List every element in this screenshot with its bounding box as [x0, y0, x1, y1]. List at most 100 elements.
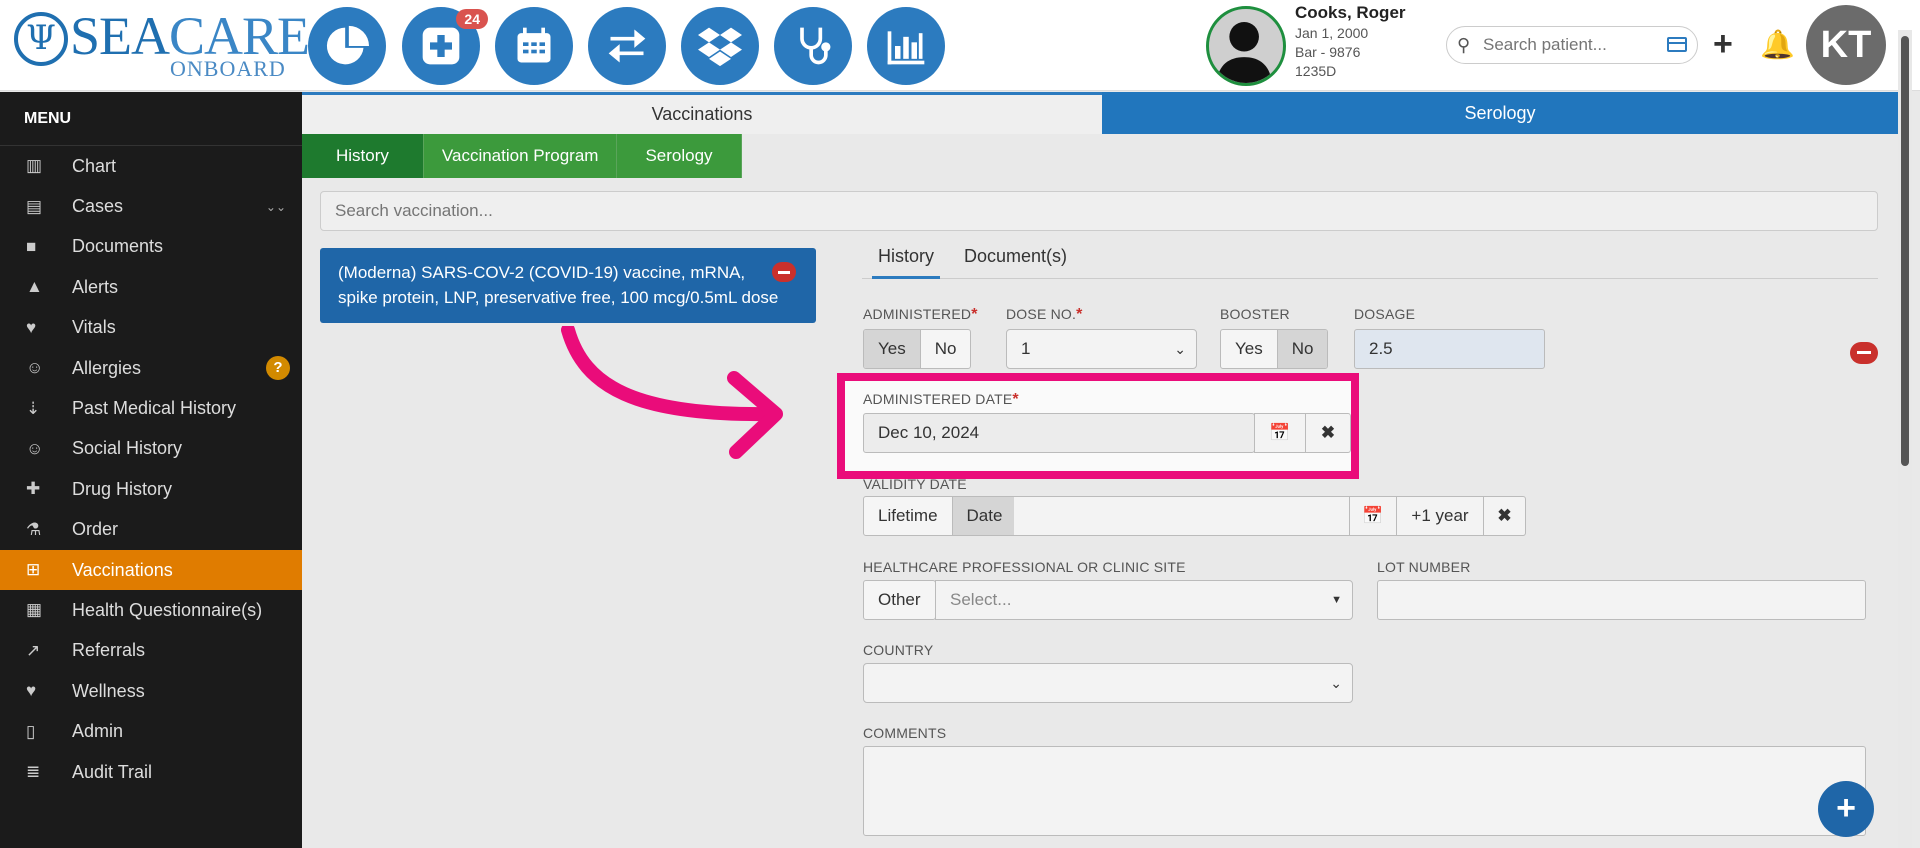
sidebar-item-label: Wellness: [72, 680, 145, 701]
nav-stethoscope-button[interactable]: [774, 7, 852, 85]
detail-tab-history[interactable]: History: [872, 241, 941, 279]
hcp-select[interactable]: Select... ▼: [935, 580, 1353, 620]
clear-date-icon[interactable]: ✖: [1305, 413, 1351, 453]
sidebar-item-wellness[interactable]: ♥ Wellness: [0, 671, 302, 711]
sidebar-item-label: Drug History: [72, 478, 173, 499]
sidebar-item-order[interactable]: ⚗ Order: [0, 510, 302, 550]
dosage-input[interactable]: 2.5: [1354, 329, 1545, 369]
sidebar-item-vaccinations[interactable]: ⊞ Vaccinations: [0, 549, 302, 591]
administered-toggle: Yes No: [863, 329, 972, 369]
hcp-other-button[interactable]: Other: [864, 581, 935, 619]
administered-no-button[interactable]: No: [921, 330, 971, 368]
sidebar-item-audit-trail[interactable]: ≣ Audit Trail: [0, 752, 302, 792]
folder-icon: ■: [26, 236, 37, 256]
detail-tabs: History Document(s): [862, 241, 1878, 279]
patient-search[interactable]: ⚲: [1446, 26, 1698, 64]
sidebar-item-label: Alerts: [72, 276, 119, 297]
sidebar-item-allergies[interactable]: ☺ Allergies?: [0, 348, 302, 388]
clear-validity-icon[interactable]: ✖: [1483, 496, 1526, 536]
booster-toggle: Yes No: [1220, 329, 1329, 369]
stethoscope-icon: [800, 27, 831, 65]
logo-subtext: ONBOARD: [170, 56, 286, 81]
comments-label: COMMENTS: [863, 725, 947, 741]
vaccine-name: (Moderna) SARS-COV-2 (COVID-19) vaccine,…: [338, 263, 779, 307]
validity-calendar-icon[interactable]: 📅: [1349, 496, 1397, 536]
smiley-icon: ☺: [26, 438, 44, 458]
help-badge[interactable]: ?: [266, 356, 290, 381]
sidebar-item-alerts[interactable]: ▲ Alerts: [0, 267, 302, 307]
sidebar-item-documents[interactable]: ■ Documents: [0, 227, 302, 267]
nav-calendar-button[interactable]: [495, 7, 573, 85]
main-content: Vaccinations Serology History Vaccinatio…: [302, 92, 1898, 848]
subtab-serology[interactable]: Serology: [617, 134, 742, 178]
nav-medical-button[interactable]: 24: [402, 7, 488, 85]
caret-down-icon: ▼: [1331, 594, 1342, 606]
page-scrollbar[interactable]: [1898, 30, 1912, 848]
nav-dropbox-button[interactable]: [681, 7, 759, 85]
tab-serology[interactable]: Serology: [1102, 92, 1898, 134]
dropbox-icon: [698, 27, 742, 67]
sidebar-item-past-medical-history[interactable]: ⇣ Past Medical History: [0, 388, 302, 428]
administered-date-input[interactable]: Dec 10, 2024: [863, 413, 1255, 453]
nav-statistics-button[interactable]: [867, 7, 945, 85]
sidebar-item-health-questionnaire-s[interactable]: ▦ Health Questionnaire(s): [0, 590, 302, 630]
plus-square-icon: ⊞: [26, 560, 41, 580]
sidebar-item-label: Admin: [72, 721, 124, 742]
add-floating-button[interactable]: +: [1818, 781, 1874, 837]
validity-toggle: Lifetime Date: [863, 496, 1018, 536]
sidebar-item-cases[interactable]: ▤ Cases ⌄⌄: [0, 186, 302, 226]
patient-info[interactable]: Cooks, Roger Jan 1, 2000 Bar - 9876 1235…: [1295, 3, 1406, 81]
double-chevron-down-icon[interactable]: ⌄⌄: [266, 200, 286, 214]
scrollbar-thumb[interactable]: [1901, 36, 1909, 466]
remove-entry-icon[interactable]: [1850, 342, 1878, 364]
sidebar-item-label: Health Questionnaire(s): [72, 599, 263, 620]
sidebar-item-social-history[interactable]: ☺ Social History: [0, 429, 302, 469]
sidebar-item-referrals[interactable]: ↗ Referrals: [0, 631, 302, 671]
booster-yes-button[interactable]: Yes: [1221, 330, 1278, 368]
flask-icon: ⚗: [26, 519, 42, 539]
calendar-icon[interactable]: 📅: [1254, 413, 1306, 453]
sort-icon: ⇣: [26, 398, 41, 418]
validity-date-button[interactable]: Date: [952, 497, 1017, 535]
id-card-icon[interactable]: [1667, 37, 1687, 52]
patient-photo[interactable]: [1206, 6, 1286, 86]
bell-icon[interactable]: 🔔: [1760, 28, 1795, 61]
sidebar-item-label: Vitals: [72, 317, 116, 338]
nav-chart-button[interactable]: [308, 7, 386, 85]
sidebar-item-chart[interactable]: ▥ Chart: [0, 146, 302, 186]
sidebar-item-admin[interactable]: ▯ Admin: [0, 711, 302, 751]
patient-search-input[interactable]: [1483, 33, 1653, 57]
sidebar-item-vitals[interactable]: ♥ Vitals: [0, 308, 302, 348]
smiley-icon: ☺: [26, 358, 44, 378]
hcp-select-placeholder: Select...: [950, 590, 1012, 609]
user-avatar[interactable]: KT: [1806, 5, 1886, 85]
top-tabs: Vaccinations Serology: [302, 92, 1898, 134]
validity-label: VALIDITY DATE: [863, 476, 967, 492]
tab-vaccinations[interactable]: Vaccinations: [302, 92, 1102, 134]
pie-chart-icon: [326, 25, 369, 65]
validity-date-input[interactable]: [1014, 496, 1351, 536]
vaccine-list-item[interactable]: (Moderna) SARS-COV-2 (COVID-19) vaccine,…: [320, 248, 816, 323]
vaccination-search-input[interactable]: [320, 191, 1878, 231]
detail-tab-documents[interactable]: Document(s): [964, 241, 1067, 279]
country-select[interactable]: ⌄: [863, 663, 1353, 703]
subtab-vaccination-program[interactable]: Vaccination Program: [423, 134, 618, 178]
transfer-arrows-icon: [608, 29, 646, 63]
add-icon[interactable]: +: [1713, 26, 1733, 62]
administered-yes-button[interactable]: Yes: [864, 330, 921, 368]
remove-vaccine-icon[interactable]: [772, 262, 796, 282]
sidebar: MENU ▥ Chart ▤ Cases ⌄⌄ ■ Documents ▲ Alerts ♥ Vit…: [0, 92, 302, 848]
subtab-history[interactable]: History: [302, 134, 424, 178]
dose-label: DOSE NO.*: [1006, 306, 1083, 323]
patient-id: Bar - 9876: [1295, 44, 1361, 60]
booster-label: BOOSTER: [1220, 306, 1290, 322]
dose-select[interactable]: 1 ⌄: [1006, 329, 1197, 369]
sidebar-item-drug-history[interactable]: ✚ Drug History: [0, 469, 302, 509]
nav-transfer-button[interactable]: [588, 7, 666, 85]
seacare-logo[interactable]: Ψ SEACARE ONBOARD: [14, 8, 310, 81]
booster-no-button[interactable]: No: [1277, 330, 1328, 368]
lot-number-input[interactable]: [1377, 580, 1866, 620]
plus-one-year-button[interactable]: +1 year: [1396, 496, 1484, 536]
comments-textarea[interactable]: [863, 746, 1866, 836]
validity-lifetime-button[interactable]: Lifetime: [864, 497, 953, 535]
